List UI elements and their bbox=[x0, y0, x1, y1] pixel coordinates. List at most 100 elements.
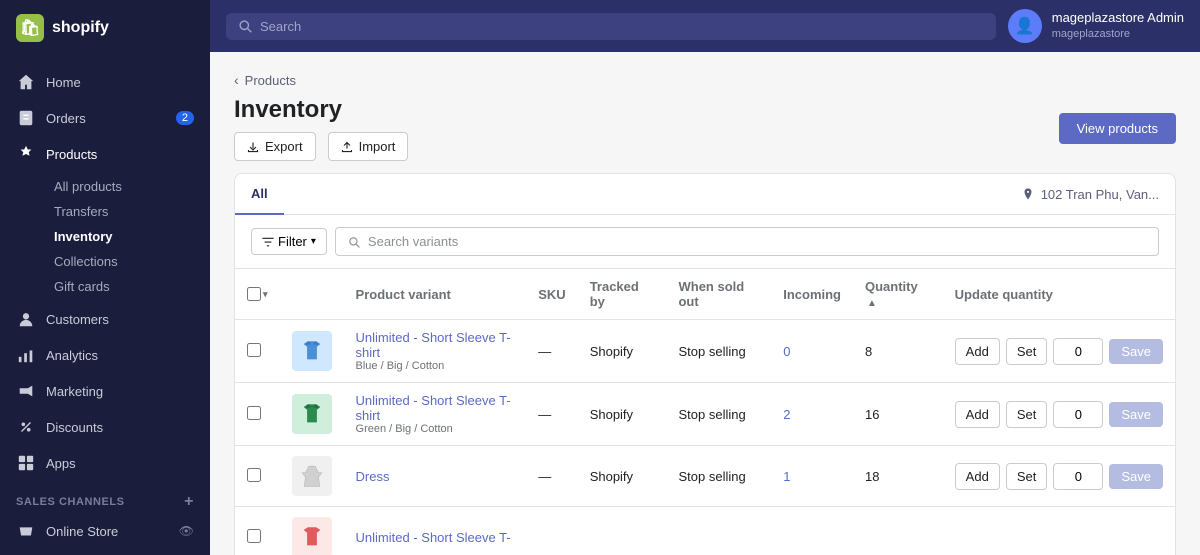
tab-all[interactable]: All bbox=[235, 174, 284, 215]
row3-update-qty: Add Set Save bbox=[943, 446, 1175, 507]
sidebar-item-discounts[interactable]: Discounts bbox=[0, 409, 210, 445]
row2-checkbox[interactable] bbox=[247, 406, 261, 420]
home-icon bbox=[16, 72, 36, 92]
subnav-inventory[interactable]: Inventory bbox=[46, 224, 210, 249]
row4-variant-cell: Unlimited - Short Sleeve T- bbox=[344, 507, 527, 555]
search-variants-input[interactable]: Search variants bbox=[335, 227, 1159, 256]
row3-checkbox-cell bbox=[235, 446, 280, 507]
subnav-all-products[interactable]: All products bbox=[46, 174, 210, 199]
row1-sku: — bbox=[526, 320, 577, 383]
row2-checkbox-cell bbox=[235, 383, 280, 446]
row1-update-qty: Add Set Save bbox=[943, 320, 1175, 383]
sidebar-item-customers[interactable]: Customers bbox=[0, 301, 210, 337]
row3-checkbox[interactable] bbox=[247, 468, 261, 482]
green-tshirt-icon bbox=[298, 400, 326, 428]
row3-qty-input[interactable] bbox=[1053, 463, 1103, 490]
sidebar: 🛍 shopify Home Orders 2 Products bbox=[0, 0, 210, 555]
row1-variant-cell: Unlimited - Short Sleeve T-shirt Blue / … bbox=[344, 320, 527, 383]
row1-product-name[interactable]: Unlimited - Short Sleeve T-shirt bbox=[356, 330, 515, 360]
sidebar-item-apps[interactable]: Apps bbox=[0, 445, 210, 481]
row4-incoming bbox=[771, 507, 853, 555]
subnav-gift-cards[interactable]: Gift cards bbox=[46, 274, 210, 299]
row3-sku: — bbox=[526, 446, 577, 507]
sidebar-item-products[interactable]: Products bbox=[0, 136, 210, 172]
eye-icon[interactable]: 👁 bbox=[179, 524, 194, 538]
row1-save-button[interactable]: Save bbox=[1109, 339, 1163, 364]
row4-tracked-by bbox=[578, 507, 667, 555]
filter-button[interactable]: Filter ▾ bbox=[251, 228, 327, 255]
row2-qty-input[interactable] bbox=[1053, 401, 1103, 428]
quantity-sort-icon[interactable]: ▲ bbox=[867, 298, 877, 309]
sidebar-item-orders-label: Orders bbox=[46, 111, 86, 126]
sidebar-item-marketing-label: Marketing bbox=[46, 384, 103, 399]
row2-set-button[interactable]: Set bbox=[1006, 401, 1048, 428]
select-all-checkbox[interactable] bbox=[247, 287, 261, 301]
subnav-transfers[interactable]: Transfers bbox=[46, 199, 210, 224]
main-content: Search 👤 mageplazastore Admin mageplazas… bbox=[210, 0, 1200, 555]
search-icon bbox=[238, 19, 252, 33]
table-body: Unlimited - Short Sleeve T-shirt Blue / … bbox=[235, 320, 1175, 555]
page-header: Inventory Export Import View products bbox=[234, 96, 1176, 161]
row2-incoming-link[interactable]: 2 bbox=[783, 407, 790, 422]
sidebar-item-products-label: Products bbox=[46, 147, 97, 162]
import-button[interactable]: Import bbox=[328, 132, 409, 161]
row1-qty-input[interactable] bbox=[1053, 338, 1103, 365]
breadcrumb[interactable]: ‹ Products bbox=[234, 72, 1176, 88]
products-subnav: All products Transfers Inventory Collect… bbox=[0, 172, 210, 301]
sidebar-item-orders[interactable]: Orders 2 bbox=[0, 100, 210, 136]
export-icon bbox=[247, 141, 259, 153]
sidebar-item-analytics[interactable]: Analytics bbox=[0, 337, 210, 373]
export-button[interactable]: Export bbox=[234, 132, 316, 161]
sidebar-item-apps-label: Apps bbox=[46, 456, 76, 471]
search-variants-placeholder: Search variants bbox=[368, 234, 458, 249]
sidebar-item-point-of-sale[interactable]: Point of Sale bbox=[0, 547, 210, 555]
select-chevron-icon[interactable]: ▾ bbox=[263, 289, 268, 300]
user-email: mageplazastore bbox=[1052, 27, 1184, 41]
row1-set-button[interactable]: Set bbox=[1006, 338, 1048, 365]
row1-checkbox[interactable] bbox=[247, 343, 261, 357]
row3-set-button[interactable]: Set bbox=[1006, 463, 1048, 490]
row1-add-button[interactable]: Add bbox=[955, 338, 1000, 365]
row3-add-button[interactable]: Add bbox=[955, 463, 1000, 490]
sidebar-item-customers-label: Customers bbox=[46, 312, 109, 327]
row3-incoming-link[interactable]: 1 bbox=[783, 469, 790, 484]
dress-icon bbox=[299, 463, 325, 489]
tracked-by-header: Tracked by bbox=[578, 269, 667, 320]
row4-checkbox[interactable] bbox=[247, 529, 261, 543]
row2-variant: Green / Big / Cotton bbox=[356, 423, 515, 435]
inventory-table: ▾ Product variant SKU Tracked by When so… bbox=[235, 269, 1175, 555]
row2-add-button[interactable]: Add bbox=[955, 401, 1000, 428]
row1-incoming-link[interactable]: 0 bbox=[783, 344, 790, 359]
row3-product-name[interactable]: Dress bbox=[356, 469, 515, 484]
row2-product-name[interactable]: Unlimited - Short Sleeve T-shirt bbox=[356, 393, 515, 423]
filter-chevron-icon: ▾ bbox=[311, 236, 316, 247]
row2-qty-controls: Add Set Save bbox=[955, 401, 1163, 428]
search-placeholder: Search bbox=[260, 19, 301, 34]
view-products-button[interactable]: View products bbox=[1059, 113, 1176, 144]
row2-image-cell bbox=[280, 383, 344, 446]
row4-product-name[interactable]: Unlimited - Short Sleeve T- bbox=[356, 530, 515, 545]
row2-quantity: 16 bbox=[853, 383, 943, 446]
sidebar-item-home[interactable]: Home bbox=[0, 64, 210, 100]
sidebar-item-online-store[interactable]: Online Store 👁 bbox=[0, 515, 210, 547]
avatar[interactable]: 👤 bbox=[1008, 9, 1042, 43]
search-variants-icon bbox=[348, 236, 360, 248]
row3-save-button[interactable]: Save bbox=[1109, 464, 1163, 489]
row1-variant: Blue / Big / Cotton bbox=[356, 360, 515, 372]
apps-icon bbox=[16, 453, 36, 473]
sidebar-item-analytics-label: Analytics bbox=[46, 348, 98, 363]
row3-variant-cell: Dress bbox=[344, 446, 527, 507]
add-sales-channel-icon[interactable]: + bbox=[184, 493, 194, 511]
products-icon bbox=[16, 144, 36, 164]
subnav-collections[interactable]: Collections bbox=[46, 249, 210, 274]
sidebar-item-marketing[interactable]: Marketing bbox=[0, 373, 210, 409]
select-all-header: ▾ bbox=[235, 269, 280, 320]
product-variant-header: Product variant bbox=[344, 269, 527, 320]
row4-when-sold-out bbox=[666, 507, 771, 555]
row2-save-button[interactable]: Save bbox=[1109, 402, 1163, 427]
row4-product-image bbox=[292, 517, 332, 555]
search-bar[interactable]: Search bbox=[226, 13, 996, 40]
breadcrumb-label: Products bbox=[245, 73, 296, 88]
row4-update-qty bbox=[943, 507, 1175, 555]
table-header: ▾ Product variant SKU Tracked by When so… bbox=[235, 269, 1175, 320]
